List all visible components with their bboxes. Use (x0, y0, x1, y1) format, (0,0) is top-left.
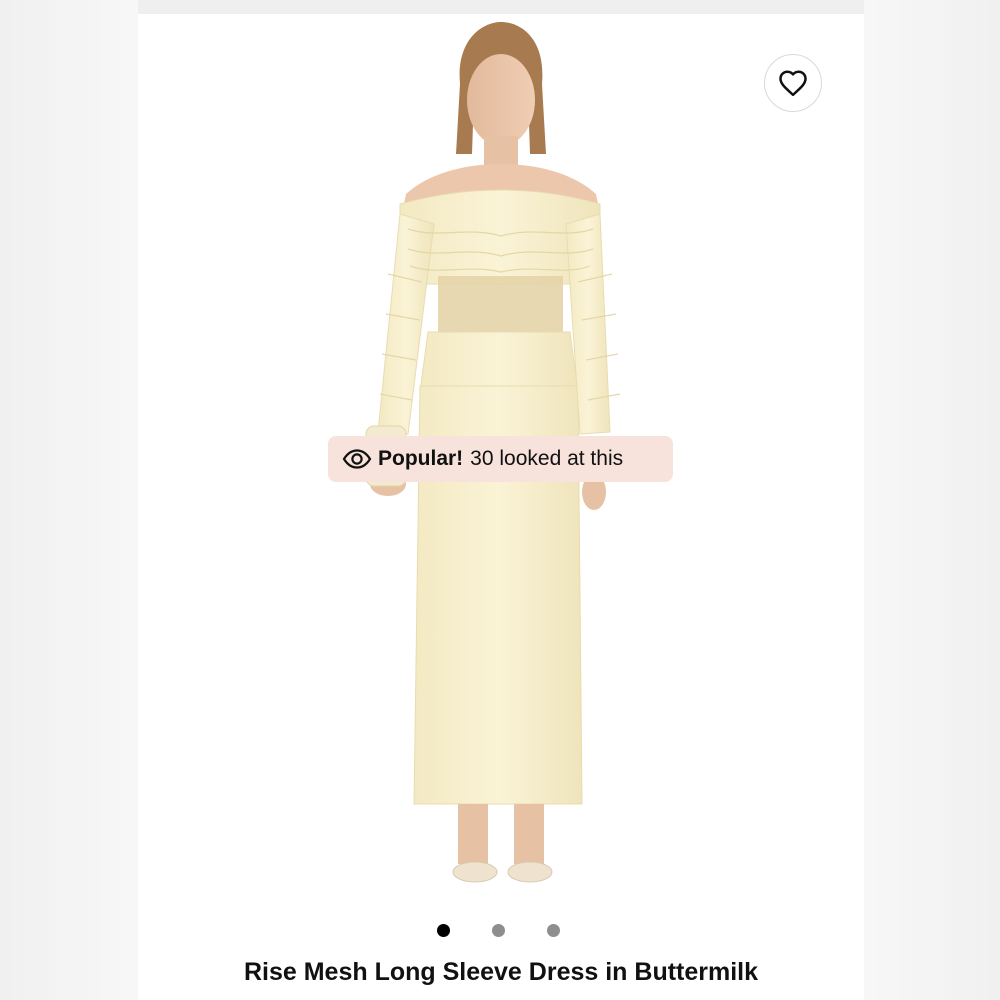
carousel-dots (138, 924, 864, 937)
product-title[interactable]: Rise Mesh Long Sleeve Dress in Buttermil… (138, 958, 864, 987)
face (467, 54, 535, 146)
wishlist-button[interactable] (764, 54, 822, 112)
popular-badge: Popular! 30 looked at this (328, 436, 673, 482)
carousel-dot-2[interactable] (491, 924, 505, 937)
popular-label: Popular! (378, 447, 464, 470)
carousel-dot-1[interactable] (436, 924, 450, 937)
product-card: Popular! 30 looked at this Rise Mesh Lon… (138, 14, 864, 1000)
eye-icon (342, 449, 372, 469)
top-strip (138, 0, 864, 14)
carousel-dot-3[interactable] (546, 924, 560, 937)
popular-text: 30 looked at this (470, 447, 624, 470)
heart-icon (779, 70, 807, 97)
